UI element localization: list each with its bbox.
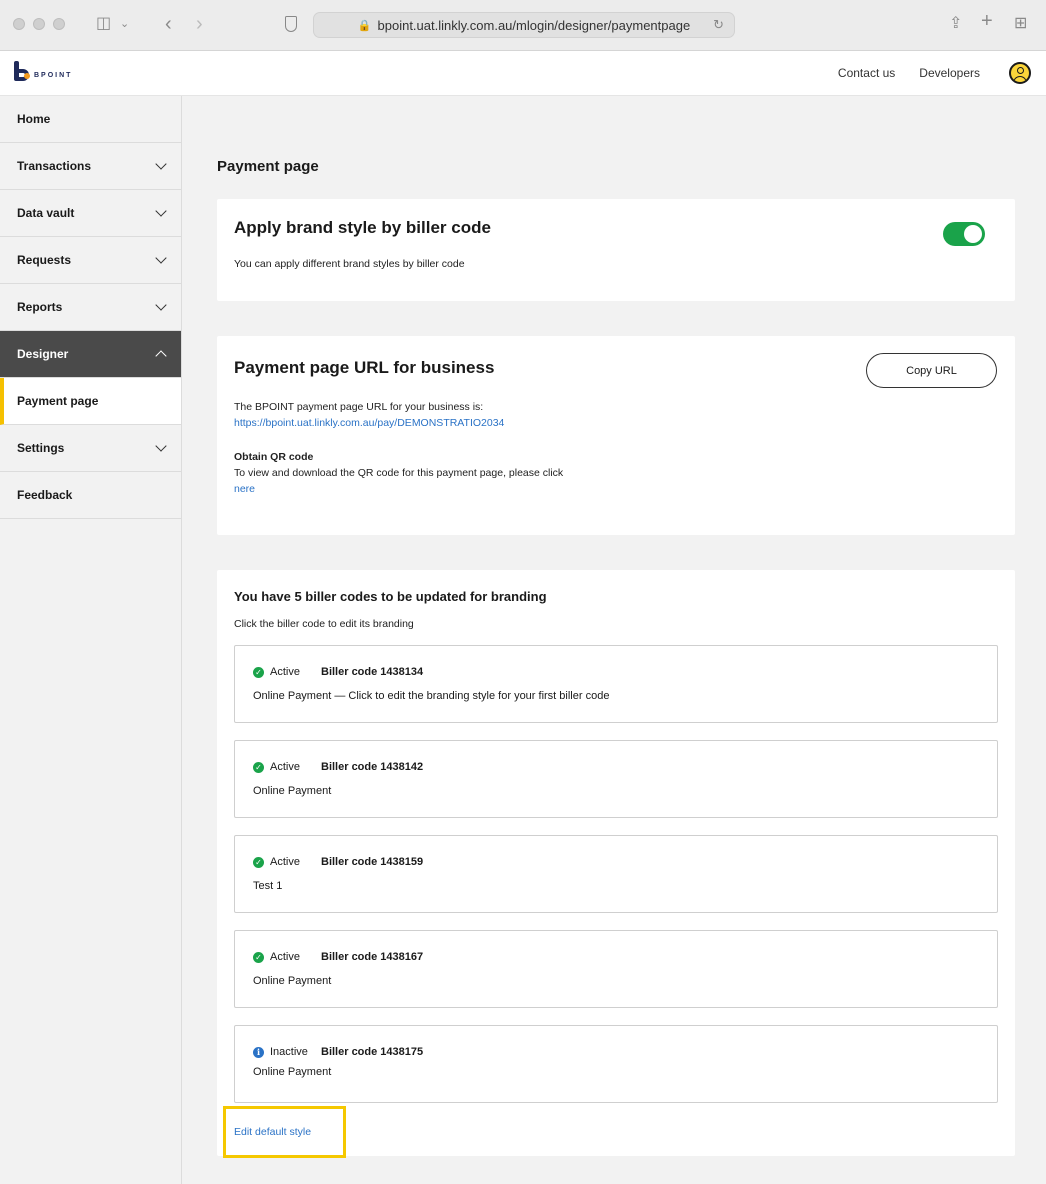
new-tab-icon[interactable]: + [981,11,993,31]
lock-icon: 🔒 [357,19,372,32]
payment-url-intro: The BPOINT payment page URL for your bus… [234,401,484,413]
edit-default-style-link[interactable]: Edit default style [234,1126,311,1138]
payment-url-title: Payment page URL for business [234,358,495,377]
logo-text: BPOINT [34,71,73,79]
payment-url-card: Payment page URL for business Copy URL T… [217,336,1015,535]
forward-icon[interactable]: › [196,14,203,34]
brand-style-card: Apply brand style by biller code You can… [217,199,1015,301]
chevron-down-icon [155,252,167,264]
share-icon[interactable]: ⇪ [949,14,962,34]
sidebar-item-label: Settings [17,441,65,455]
chevron-down-icon[interactable]: ⌄ [120,14,129,34]
biller-code: Biller code 1438134 [321,666,424,678]
app-header: BPOINT Contact us Developers [0,51,1046,96]
biller-code: Biller code 1438159 [321,856,424,868]
brand-style-description: You can apply different brand styles by … [234,258,465,270]
biller-codes-title: You have 5 biller codes to be updated fo… [234,589,547,604]
qr-code-link[interactable]: nere [234,482,255,497]
sidebar-item-settings[interactable]: Settings [0,425,181,472]
sidebar-item-payment-page[interactable]: Payment page [0,378,181,425]
developers-link[interactable]: Developers [919,66,980,80]
biller-description: Online Payment — Click to edit the brand… [253,690,610,702]
chevron-up-icon [155,350,167,362]
biller-description: Online Payment [253,975,332,987]
biller-codes-card: You have 5 biller codes to be updated fo… [217,570,1015,1156]
biller-item[interactable]: i Inactive Biller code 1438175 Online Pa… [234,1025,998,1103]
sidebar-item-requests[interactable]: Requests [0,237,181,284]
copy-url-button[interactable]: Copy URL [866,353,997,388]
sidebar-item-reports[interactable]: Reports [0,284,181,331]
privacy-shield-icon[interactable] [285,16,297,32]
sidebar-item-label: Feedback [17,488,73,502]
sidebar-item-label: Transactions [17,159,92,173]
sidebar-item-home[interactable]: Home [0,96,181,143]
biller-code: Biller code 1438167 [321,951,424,963]
chevron-down-icon [155,205,167,217]
back-icon[interactable]: ‹ [165,14,172,34]
biller-description: Online Payment [253,1066,332,1078]
sidebar-item-label: Home [17,112,51,126]
biller-item[interactable]: ✓ Active Biller code 1438142 Online Paym… [234,740,998,818]
biller-item[interactable]: ✓ Active Biller code 1438159 Test 1 [234,835,998,913]
main-content: Payment page Apply brand style by biller… [183,96,1046,1184]
biller-status: Active [270,856,300,868]
window-controls[interactable] [13,18,65,30]
sidebar-nav: Home Transactions Data vault Requests Re… [0,96,182,1184]
biller-status: Active [270,666,300,678]
user-avatar-icon[interactable] [1009,62,1031,84]
biller-description: Online Payment [253,785,332,797]
sidebar-item-data-vault[interactable]: Data vault [0,190,181,237]
biller-item[interactable]: ✓ Active Biller code 1438134 Online Paym… [234,645,998,723]
biller-description: Test 1 [253,880,283,892]
biller-code: Biller code 1438142 [321,761,424,773]
sidebar-item-feedback[interactable]: Feedback [0,472,181,519]
qr-code-title: Obtain QR code [234,451,314,463]
check-circle-icon: ✓ [253,666,264,678]
reload-icon[interactable]: ↻ [713,17,724,33]
sidebar-toggle-icon[interactable]: ◫ [96,14,111,34]
chevron-down-icon [155,440,167,452]
biller-status: Inactive [270,1046,308,1058]
check-circle-icon: ✓ [253,761,264,773]
edit-default-highlight: Edit default style [223,1106,346,1158]
biller-status: Active [270,951,300,963]
biller-codes-subtitle: Click the biller code to edit its brandi… [234,618,414,630]
sidebar-item-label: Designer [17,347,69,361]
brand-style-toggle[interactable] [943,222,985,246]
sidebar-item-designer[interactable]: Designer [0,331,181,378]
page-title: Payment page [217,158,319,175]
sidebar-item-label: Data vault [17,206,75,220]
chevron-down-icon [155,158,167,170]
chevron-down-icon [155,299,167,311]
sidebar-item-label: Reports [17,300,63,314]
info-icon: i [253,1046,264,1058]
sidebar-item-transactions[interactable]: Transactions [0,143,181,190]
check-circle-icon: ✓ [253,856,264,868]
contact-us-link[interactable]: Contact us [838,66,895,80]
biller-status: Active [270,761,300,773]
logo-mark-icon [14,61,30,81]
address-bar[interactable]: 🔒 bpoint.uat.linkly.com.au/mlogin/design… [313,12,735,38]
url-text: bpoint.uat.linkly.com.au/mlogin/designer… [377,17,691,33]
browser-toolbar: ◫ ⌄ ‹ › 🔒 bpoint.uat.linkly.com.au/mlogi… [0,0,1046,51]
tab-overview-icon[interactable]: ⊞ [1014,14,1027,34]
payment-url-link[interactable]: https://bpoint.uat.linkly.com.au/pay/DEM… [234,416,504,431]
bpoint-logo[interactable]: BPOINT [14,61,72,81]
biller-item[interactable]: ✓ Active Biller code 1438167 Online Paym… [234,930,998,1008]
sidebar-item-label: Requests [17,253,72,267]
check-circle-icon: ✓ [253,951,264,963]
qr-code-text: To view and download the QR code for thi… [234,467,564,479]
brand-style-title: Apply brand style by biller code [234,218,491,237]
biller-code: Biller code 1438175 [321,1046,424,1058]
sidebar-item-label: Payment page [17,394,99,408]
